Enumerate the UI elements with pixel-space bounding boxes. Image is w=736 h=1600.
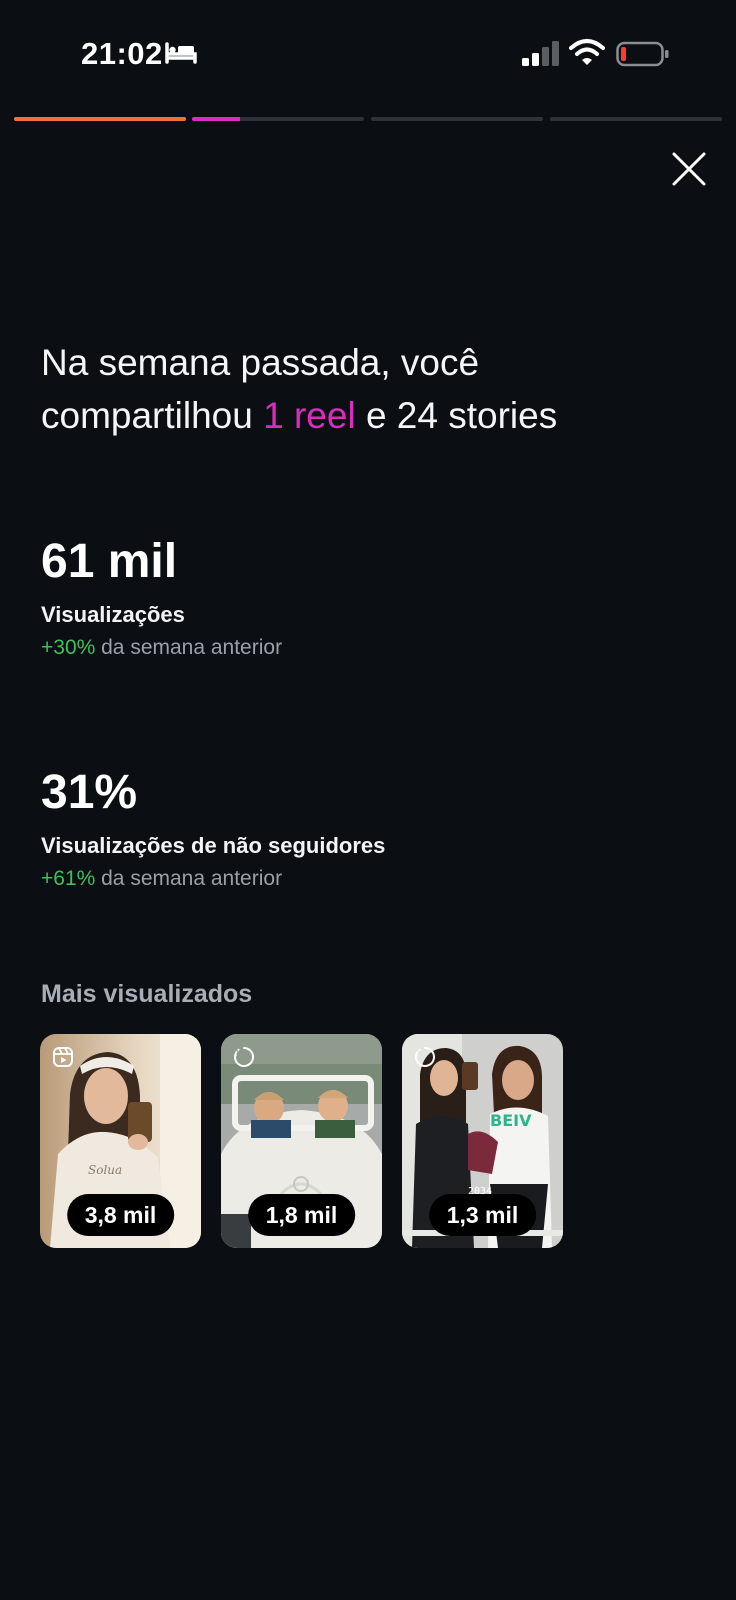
battery-low-icon: [616, 41, 669, 67]
progress-segment-1: [14, 117, 186, 121]
view-count-badge: 1,8 mil: [247, 1194, 356, 1236]
status-time: 21:02: [81, 36, 163, 71]
headline-text-end: e 24 stories: [355, 395, 558, 436]
most-viewed-item-1[interactable]: Solua 3,8 mil: [40, 1034, 201, 1248]
cellular-signal-icon: [522, 41, 559, 66]
view-count-badge: 3,8 mil: [66, 1194, 175, 1236]
metric-change-text: da semana anterior: [95, 636, 283, 659]
story-icon: [415, 1047, 435, 1067]
metric-value: 61 mil: [41, 535, 178, 588]
reel-icon: [53, 1047, 73, 1067]
status-bar: 21:02: [0, 0, 736, 100]
metric-label: Visualizações: [41, 602, 185, 627]
view-count-badge: 1,3 mil: [428, 1194, 537, 1236]
svg-text:BEIV: BEIV: [490, 1111, 532, 1130]
story-progress-bar: [14, 117, 722, 121]
progress-segment-4: [550, 117, 722, 121]
most-viewed-title: Mais visualizados: [41, 980, 253, 1008]
metric-change: +30% da semana anterior: [41, 636, 681, 660]
close-button[interactable]: [666, 146, 712, 192]
weekly-summary-screen: 21:02 Na semana passada, você compartilh…: [0, 0, 736, 1600]
story-icon: [234, 1047, 254, 1067]
metric-non-follower-views: 31% Visualizações de não seguidores +61%…: [41, 765, 681, 891]
metric-change: +61% da semana anterior: [41, 867, 681, 891]
most-viewed-item-2[interactable]: 1,8 mil: [221, 1034, 382, 1248]
most-viewed-list: Solua 3,8 mil 1,8 mil BEIV 2034 1,3 mil: [40, 1034, 580, 1250]
metric-views: 61 mil Visualizações +30% da semana ante…: [41, 534, 681, 660]
svg-text:Solua: Solua: [88, 1163, 122, 1177]
headline-highlight: 1 reel: [263, 395, 356, 436]
wifi-icon: [569, 39, 605, 65]
metric-change-text: da semana anterior: [95, 867, 283, 890]
metric-label: Visualizações de não seguidores: [41, 833, 386, 858]
metric-change-percent: +30%: [41, 636, 96, 659]
metric-change-percent: +61%: [41, 867, 96, 890]
progress-segment-2: [192, 117, 364, 121]
metric-value: 31%: [41, 766, 138, 819]
progress-segment-3: [371, 117, 543, 121]
most-viewed-item-3[interactable]: BEIV 2034 1,3 mil: [402, 1034, 563, 1248]
summary-headline: Na semana passada, você compartilhou 1 r…: [41, 336, 701, 442]
close-icon: [672, 152, 706, 186]
sleep-mode-icon: [165, 42, 197, 64]
